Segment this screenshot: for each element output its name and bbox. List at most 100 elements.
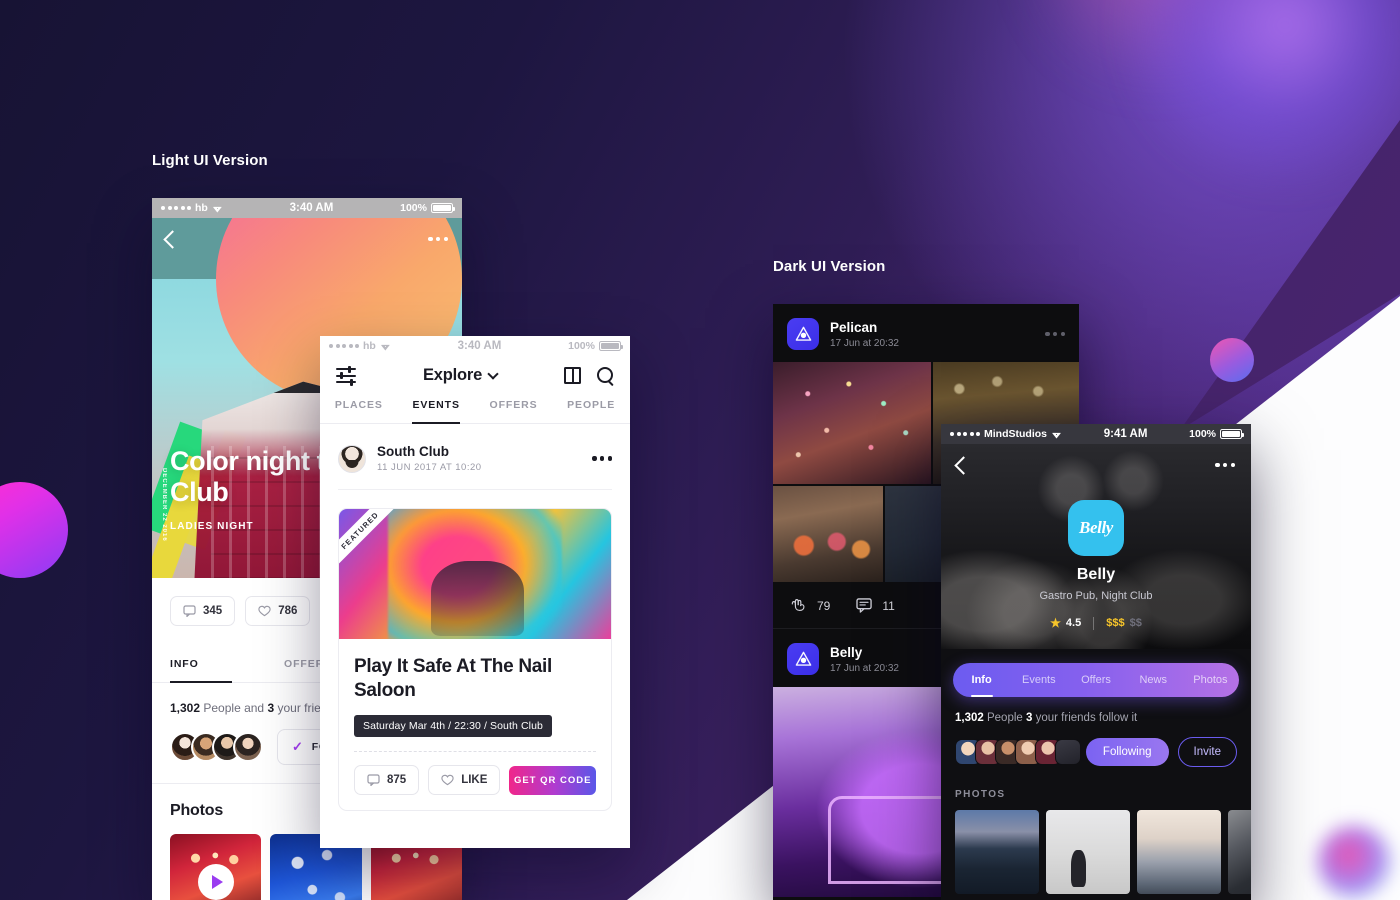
- friend-avatars: [955, 739, 1081, 765]
- photos-heading: PHOTOS: [955, 789, 1006, 800]
- followers-count-text: 1,302 People 3 your friends follow it: [955, 712, 1138, 724]
- triangle-drop-glyph: [795, 651, 811, 666]
- tab-offers[interactable]: OFFERS: [490, 399, 538, 423]
- play-icon[interactable]: [197, 864, 234, 900]
- decorative-orb-middle: [1210, 338, 1254, 382]
- event-like-button[interactable]: LIKE: [428, 765, 501, 795]
- carrier-label: hb: [363, 340, 376, 352]
- wifi-icon: [380, 342, 391, 351]
- post-author: Belly: [830, 644, 863, 660]
- comment-icon: [856, 598, 873, 613]
- pelican-logo-icon[interactable]: [787, 318, 819, 350]
- tab-events[interactable]: EVENTS: [412, 399, 461, 424]
- section-label-dark: Dark UI Version: [773, 258, 886, 275]
- post-image[interactable]: [773, 486, 883, 582]
- event-action-row: 875 LIKE GET QR CODE: [354, 752, 596, 810]
- photo-thumb[interactable]: [955, 810, 1039, 894]
- venue-meta-row: ★ 4.5 $$$ $$: [941, 616, 1251, 630]
- explore-title-dropdown[interactable]: Explore: [356, 366, 564, 385]
- battery-icon: [1220, 429, 1245, 439]
- map-book-icon[interactable]: [564, 367, 581, 384]
- back-icon[interactable]: [163, 229, 182, 249]
- comment-icon: [183, 605, 196, 617]
- signal-dots-icon: [329, 344, 359, 348]
- event-cover-image[interactable]: FEATURED: [339, 509, 611, 639]
- comments-count: 11: [882, 598, 895, 613]
- battery-percent-label: 100%: [1189, 428, 1216, 440]
- photos-strip: [955, 810, 1251, 894]
- tab-offers[interactable]: Offers: [1067, 674, 1124, 686]
- wifi-icon: [1051, 430, 1062, 439]
- photo-thumb-video[interactable]: [170, 834, 262, 900]
- event-comments-count: 875: [387, 774, 407, 786]
- hero-toolbar: [152, 218, 462, 260]
- clock-label: 3:40 AM: [457, 340, 502, 352]
- comments-button[interactable]: 345: [170, 596, 236, 626]
- post-date: 17 Jun at 20:32: [830, 662, 899, 674]
- event-comments-button[interactable]: 875: [354, 765, 420, 795]
- price-filled: $$$: [1106, 617, 1125, 629]
- friend-avatars: [170, 732, 263, 762]
- price-empty: $$: [1129, 617, 1142, 629]
- venue-logo: Belly: [1068, 500, 1124, 556]
- star-icon: ★: [1050, 616, 1061, 630]
- avatar: [1055, 739, 1081, 765]
- chevron-down-icon: [487, 367, 499, 380]
- reactions-count: 79: [817, 598, 831, 613]
- decorative-orb-blurred: [1318, 826, 1390, 898]
- belly-logo-icon[interactable]: [787, 643, 819, 675]
- rating-value: 4.5: [1065, 617, 1082, 629]
- shaka-hand-icon: [791, 599, 805, 612]
- more-horizontal-icon[interactable]: [428, 236, 448, 242]
- tab-places[interactable]: PLACES: [335, 399, 383, 423]
- venue-name: Belly: [1076, 566, 1116, 583]
- post-header: Pelican 17 Jun at 20:32: [773, 304, 1079, 362]
- more-horizontal-icon[interactable]: [1045, 331, 1065, 337]
- invite-button[interactable]: Invite: [1177, 737, 1237, 767]
- wifi-icon: [212, 204, 223, 213]
- post-author: Pelican: [830, 319, 878, 335]
- tab-news[interactable]: News: [1125, 674, 1182, 686]
- likes-button[interactable]: 786: [245, 596, 311, 626]
- profile-toolbar: [941, 444, 1251, 486]
- likes-count: 786: [278, 605, 298, 617]
- like-label: LIKE: [461, 774, 488, 786]
- price-badge: $$$ $$: [1106, 617, 1142, 629]
- carrier-label: hb: [195, 202, 208, 214]
- photo-thumb[interactable]: [1137, 810, 1221, 894]
- get-qr-code-button[interactable]: GET QR CODE: [509, 765, 596, 795]
- status-bar: MindStudios 9:41 AM 100%: [941, 424, 1251, 444]
- profile-hero-image: Belly Belly Gastro Pub, Night Club ★ 4.5…: [941, 444, 1251, 649]
- back-icon[interactable]: [954, 455, 973, 475]
- avatar[interactable]: [338, 444, 366, 473]
- phone-dark-profile: MindStudios 9:41 AM 100% Belly Belly Gas…: [941, 424, 1251, 900]
- clock-label: 9:41 AM: [1103, 428, 1148, 440]
- battery-percent-label: 100%: [568, 340, 595, 352]
- comment-icon: [367, 774, 380, 786]
- sliders-icon[interactable]: [336, 365, 356, 386]
- post-author: South Club: [377, 444, 449, 459]
- tab-info[interactable]: INFO: [170, 644, 266, 683]
- more-horizontal-icon[interactable]: [592, 456, 612, 461]
- battery-percent-label: 100%: [400, 202, 427, 214]
- tab-info[interactable]: Info: [953, 674, 1010, 686]
- divider: [1093, 616, 1095, 630]
- photo-thumb[interactable]: [1046, 810, 1130, 894]
- battery-icon: [598, 341, 624, 351]
- reactions-stat[interactable]: 79: [789, 597, 830, 614]
- more-horizontal-icon[interactable]: [1215, 462, 1235, 468]
- follow-row: Following Invite: [955, 737, 1237, 767]
- tab-events[interactable]: Events: [1010, 674, 1067, 686]
- featured-ribbon: FEATURED: [339, 509, 400, 571]
- comments-count: 345: [203, 605, 223, 617]
- photo-thumb[interactable]: [1228, 810, 1251, 894]
- tab-people[interactable]: PEOPLE: [567, 399, 615, 423]
- comments-stat[interactable]: 11: [856, 598, 895, 613]
- search-icon[interactable]: [597, 367, 614, 384]
- battery-icon: [430, 203, 456, 213]
- post-image[interactable]: [773, 362, 931, 484]
- tab-photos[interactable]: Photos: [1182, 674, 1239, 686]
- following-button[interactable]: Following: [1085, 738, 1169, 766]
- post-header: South Club 11 JUN 2017 AT 10:20: [338, 424, 612, 490]
- profile-photos-section: PHOTOS: [941, 781, 1251, 894]
